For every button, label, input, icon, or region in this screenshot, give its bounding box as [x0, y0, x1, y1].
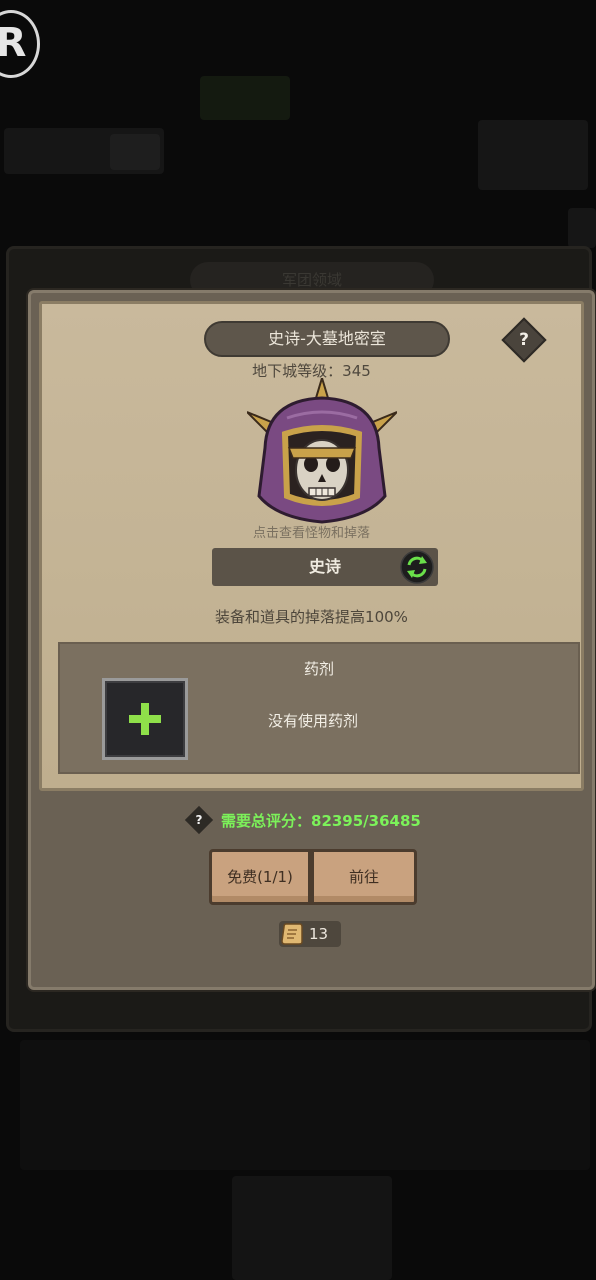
ticket-counter: 13 [279, 921, 341, 947]
bg-edge [568, 208, 596, 248]
difficulty-selector[interactable]: 史诗 [212, 548, 438, 586]
dungeon-modal: 史诗-大墓地密室 ? 地下城等级：345 点击查看怪物和掉落 史诗 装备和道具的… [28, 290, 595, 990]
bg-feature-row [20, 1040, 590, 1170]
dungeon-title: 史诗-大墓地密室 [204, 321, 450, 357]
skull-helmet-icon[interactable] [247, 378, 397, 528]
parchment-panel: 史诗-大墓地密室 ? 地下城等级：345 点击查看怪物和掉落 史诗 装备和道具的… [39, 301, 584, 791]
ticket-count: 13 [309, 925, 329, 943]
go-button[interactable]: 前往 [311, 849, 417, 905]
scroll-ticket-icon [281, 923, 303, 945]
free-enter-button[interactable]: 免费(1/1) [209, 849, 311, 905]
bg-button [110, 134, 160, 170]
requirement-text: 需要总评分：82395/36485 [221, 812, 421, 830]
potion-title: 药剂 [303, 660, 334, 678]
difficulty-label: 史诗 [308, 557, 341, 576]
app-logo: R [0, 10, 40, 78]
drop-bonus-text: 装备和道具的掉落提高100% [215, 608, 408, 626]
question-diamond-icon[interactable]: ? [184, 805, 214, 834]
monster-drop-hint: 点击查看怪物和掉落 [252, 526, 370, 541]
plus-icon [129, 703, 161, 735]
help-button[interactable]: ? [501, 317, 547, 363]
potion-section: 药剂 没有使用药剂 [58, 642, 580, 774]
score-requirement: ? 需要总评分：82395/36485 [184, 805, 421, 834]
bg-battle-button [232, 1176, 392, 1280]
bg-resource-bar [200, 76, 290, 120]
potion-empty-text: 没有使用药剂 [268, 712, 359, 730]
refresh-cycle-icon[interactable] [400, 550, 434, 584]
potion-slot[interactable] [102, 678, 188, 760]
question-diamond-icon: ? [519, 330, 529, 350]
bg-widget [478, 120, 588, 190]
